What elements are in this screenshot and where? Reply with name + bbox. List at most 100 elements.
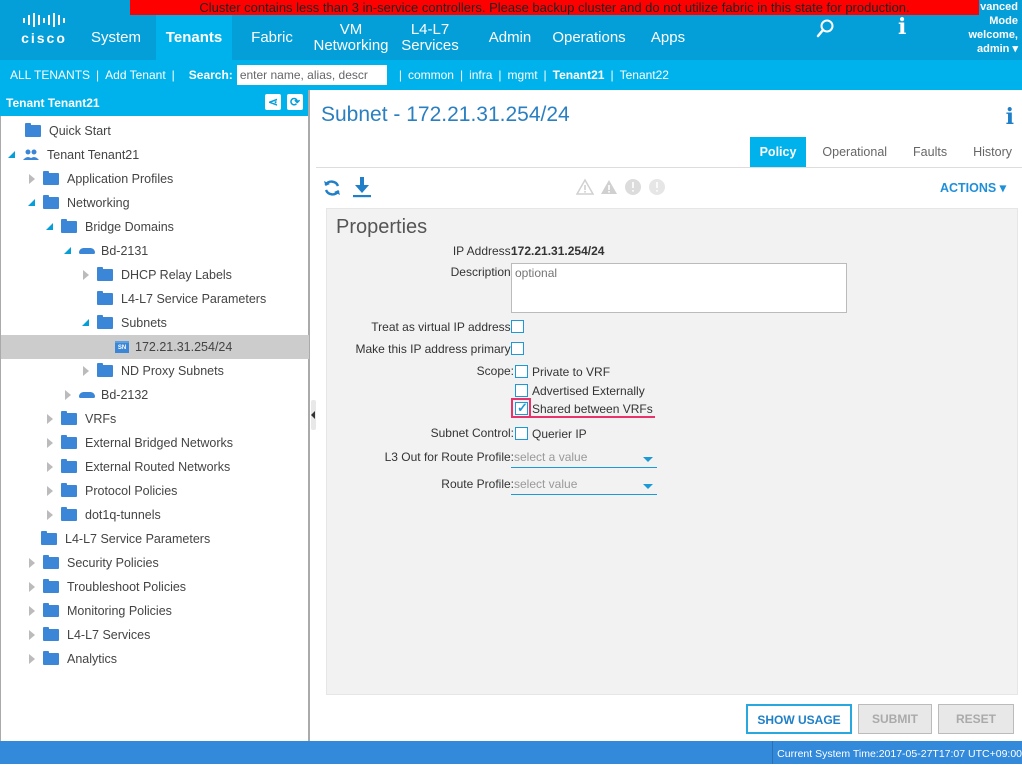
info-icon[interactable]: i [1006, 104, 1014, 130]
collapsed-arrow-icon[interactable] [45, 462, 55, 472]
tab-faults[interactable]: Faults [903, 137, 957, 167]
refresh-icon[interactable] [322, 178, 342, 198]
scope-label: Scope: [476, 364, 514, 378]
refresh-icon[interactable]: ⟳ [287, 94, 303, 110]
tab-policy[interactable]: Policy [749, 137, 807, 167]
tenant-search-input[interactable] [236, 65, 387, 85]
tree-item-tenant[interactable]: Tenant Tenant21 [1, 143, 309, 167]
tree-item-application-profiles[interactable]: Application Profiles [1, 167, 309, 191]
primary-ip-checkbox[interactable] [511, 342, 524, 355]
tree-item-subnets[interactable]: Subnets [1, 311, 309, 335]
expanded-arrow-icon[interactable] [81, 318, 91, 328]
tree-item-vrfs[interactable]: VRFs [1, 407, 309, 431]
show-usage-button[interactable]: SHOW USAGE [746, 704, 852, 734]
subnet-control-label: Subnet Control: [430, 426, 514, 440]
description-input[interactable] [511, 263, 847, 313]
tree-item-troubleshoot-policies[interactable]: Troubleshoot Policies [1, 575, 309, 599]
reset-button[interactable]: RESET [938, 704, 1014, 734]
collapsed-arrow-icon[interactable] [27, 582, 37, 592]
nav-vm-networking[interactable]: VM Networking [308, 15, 394, 60]
expanded-arrow-icon[interactable] [45, 222, 55, 232]
tab-history[interactable]: History [963, 137, 1022, 167]
tab-operational[interactable]: Operational [812, 137, 897, 167]
collapsed-arrow-icon[interactable] [63, 390, 73, 400]
tree-item-bd-2131[interactable]: Bd-2131 [1, 239, 309, 263]
collapsed-arrow-icon[interactable] [81, 270, 91, 280]
tenant-link-tenant21[interactable]: Tenant21 [553, 68, 605, 82]
tree-item-dot1q-tunnels[interactable]: dot1q-tunnels [1, 503, 309, 527]
tenant-link-tenant22[interactable]: Tenant22 [620, 68, 669, 82]
separator: | [459, 68, 464, 82]
collapsed-arrow-icon[interactable] [45, 486, 55, 496]
folder-icon [25, 123, 41, 137]
nav-label: Admin [488, 28, 532, 46]
collapsed-arrow-icon[interactable] [45, 438, 55, 448]
collapsed-arrow-icon[interactable] [27, 630, 37, 640]
expanded-arrow-icon[interactable] [63, 246, 73, 256]
tree-item-analytics[interactable]: Analytics [1, 647, 309, 671]
collapsed-arrow-icon[interactable] [27, 606, 37, 616]
all-tenants-link[interactable]: ALL TENANTS [10, 68, 90, 82]
querier-ip-checkbox[interactable] [515, 427, 528, 440]
tree-item-bridge-domains[interactable]: Bridge Domains [1, 215, 309, 239]
nav-l4l7-services[interactable]: L4-L7 Services [396, 15, 464, 60]
info-icon[interactable]: i [898, 14, 906, 40]
tree-item-l4l7-service-parameters[interactable]: L4-L7 Service Parameters [1, 527, 309, 551]
collapsed-arrow-icon[interactable] [27, 558, 37, 568]
nav-apps[interactable]: Apps [640, 15, 696, 60]
tree-item-l4l7-services[interactable]: L4-L7 Services [1, 623, 309, 647]
tree-item-label: L4-L7 Service Parameters [65, 532, 211, 546]
nav-fabric[interactable]: Fabric [240, 15, 304, 60]
tree-item-external-bridged-networks[interactable]: External Bridged Networks [1, 431, 309, 455]
tree-item-nd-proxy-subnets[interactable]: ND Proxy Subnets [1, 359, 309, 383]
tree-item-networking[interactable]: Networking [1, 191, 309, 215]
collapsed-arrow-icon[interactable] [27, 654, 37, 664]
scope-private-checkbox[interactable] [515, 365, 528, 378]
tree-item-protocol-policies[interactable]: Protocol Policies [1, 479, 309, 503]
folder-icon [43, 579, 59, 593]
folder-icon [61, 435, 77, 449]
submit-button[interactable]: SUBMIT [858, 704, 932, 734]
cisco-logo-bars [12, 12, 76, 28]
nav-system[interactable]: System [84, 15, 148, 60]
scope-shared-label: Shared between VRFs [532, 402, 653, 416]
virtual-ip-checkbox[interactable] [511, 320, 524, 333]
tree-item-bd-l4l7-service-parameters[interactable]: L4-L7 Service Parameters [1, 287, 309, 311]
tree-item-security-policies[interactable]: Security Policies [1, 551, 309, 575]
collapsed-arrow-icon[interactable] [45, 510, 55, 520]
tenant-link-infra[interactable]: infra [469, 68, 492, 82]
nav-label: Operations [552, 28, 626, 46]
tenant-link-common[interactable]: common [408, 68, 454, 82]
expanded-arrow-icon[interactable] [27, 198, 37, 208]
tree-item-external-routed-networks[interactable]: External Routed Networks [1, 455, 309, 479]
actions-menu[interactable]: ACTIONS ▾ [940, 180, 1006, 195]
route-profile-select[interactable]: select value [511, 475, 657, 495]
navigation-panel-title: Tenant Tenant21 [6, 96, 100, 110]
share-icon[interactable]: ⋖ [265, 94, 281, 110]
cisco-logo[interactable]: cisco [12, 12, 76, 48]
collapsed-arrow-icon[interactable] [81, 366, 91, 376]
critical-fault-icon[interactable] [575, 178, 595, 196]
warning-fault-icon[interactable] [648, 178, 666, 196]
l3out-route-profile-select[interactable]: select a value [511, 448, 657, 468]
nav-tenants[interactable]: Tenants [156, 15, 232, 60]
tenant-link-mgmt[interactable]: mgmt [508, 68, 538, 82]
collapsed-arrow-icon[interactable] [45, 414, 55, 424]
major-fault-icon[interactable] [600, 178, 618, 196]
scope-advertised-checkbox[interactable] [515, 384, 528, 397]
collapsed-arrow-icon[interactable] [27, 174, 37, 184]
tree-item-subnet-selected[interactable]: SN 172.21.31.254/24 [1, 335, 309, 359]
tree-item-quick-start[interactable]: Quick Start [1, 119, 309, 143]
minor-fault-icon[interactable] [624, 178, 642, 196]
add-tenant-link[interactable]: Add Tenant [105, 68, 166, 82]
tree-item-monitoring-policies[interactable]: Monitoring Policies [1, 599, 309, 623]
nav-admin[interactable]: Admin [480, 15, 540, 60]
ip-address-label: IP Address: [452, 244, 514, 258]
actions-label: ACTIONS [939, 181, 997, 195]
tree-item-bd-2132[interactable]: Bd-2132 [1, 383, 309, 407]
expanded-arrow-icon[interactable] [7, 150, 17, 160]
search-icon[interactable] [816, 18, 836, 38]
nav-operations[interactable]: Operations [546, 15, 632, 60]
tree-item-dhcp-relay-labels[interactable]: DHCP Relay Labels [1, 263, 309, 287]
download-icon[interactable] [352, 176, 372, 198]
